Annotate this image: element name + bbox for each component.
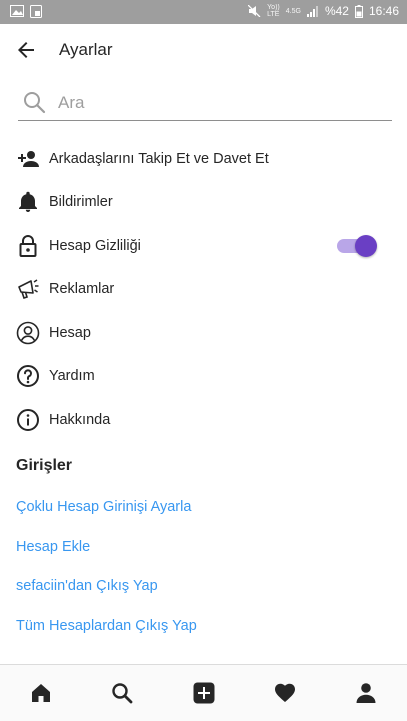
search-input[interactable] <box>58 90 378 116</box>
nav-home-button[interactable] <box>0 665 81 721</box>
home-icon <box>31 684 50 702</box>
logout-link[interactable]: sefaciin'dan Çıkış Yap <box>16 567 197 607</box>
menu-item-label: Arkadaşlarını Takip Et ve Davet Et <box>49 150 269 167</box>
settings-menu: Arkadaşlarını Takip Et ve Davet Et Bildi… <box>0 137 407 442</box>
menu-item-label: Hesap Gizliliği <box>49 237 141 254</box>
menu-item-ads[interactable]: Reklamlar <box>0 268 407 312</box>
multi-account-login-link[interactable]: Çoklu Hesap Girinişi Ayarla <box>16 488 197 528</box>
bell-icon <box>19 192 37 213</box>
profile-icon <box>356 683 376 703</box>
screenshot-icon <box>30 5 42 18</box>
nav-add-post-button[interactable] <box>163 665 244 721</box>
nav-search-button[interactable] <box>81 665 162 721</box>
heart-icon <box>274 683 295 702</box>
megaphone-icon <box>18 279 39 300</box>
menu-item-about[interactable]: Hakkında <box>0 398 407 442</box>
network-bottom: LTE <box>267 11 280 18</box>
menu-item-label: Bildirimler <box>49 194 113 211</box>
menu-item-label: Hesap <box>49 324 91 341</box>
page-title: Ayarlar <box>59 40 113 59</box>
signal-icon <box>306 5 318 17</box>
menu-item-notifications[interactable]: Bildirimler <box>0 181 407 225</box>
search-bar <box>18 85 392 121</box>
info-icon <box>17 408 39 431</box>
gallery-icon <box>10 5 24 17</box>
help-icon <box>17 365 39 388</box>
menu-item-follow-invite[interactable]: Arkadaşlarını Takip Et ve Davet Et <box>0 137 407 181</box>
search-icon <box>24 92 46 114</box>
clock: 16:46 <box>368 4 399 18</box>
network-top: Yo)) <box>267 4 280 11</box>
menu-item-label: Hakkında <box>49 411 111 428</box>
add-post-icon <box>193 682 215 704</box>
header: Ayarlar <box>0 24 407 76</box>
search-icon <box>112 683 133 704</box>
battery-icon <box>354 4 363 18</box>
battery-percent: %42 <box>324 4 349 18</box>
signal-type: 4.5G <box>285 7 301 15</box>
menu-item-privacy[interactable]: Hesap Gizliliği <box>0 224 407 268</box>
nav-profile-button[interactable] <box>326 665 407 721</box>
bottom-nav <box>0 664 407 721</box>
menu-item-account[interactable]: Hesap <box>0 311 407 355</box>
network-label: Yo)) LTE <box>267 4 280 18</box>
menu-item-label: Reklamlar <box>49 281 115 298</box>
status-bar: Yo)) LTE 4.5G %42 16:46 <box>0 0 407 24</box>
menu-item-label: Yardım <box>49 368 95 385</box>
add-person-icon <box>18 150 39 167</box>
toggle-knob <box>355 234 377 257</box>
mute-icon <box>248 5 261 17</box>
logout-all-link[interactable]: Tüm Hesaplardan Çıkış Yap <box>16 607 197 647</box>
status-right: Yo)) LTE 4.5G %42 16:46 <box>248 4 399 18</box>
logins-section-title: Girişler <box>16 457 73 474</box>
menu-item-help[interactable]: Yardım <box>0 355 407 399</box>
add-account-link[interactable]: Hesap Ekle <box>16 528 197 568</box>
lock-icon <box>19 234 37 257</box>
status-left <box>10 5 42 18</box>
back-arrow-icon[interactable] <box>14 38 38 62</box>
logins-links: Çoklu Hesap Girinişi Ayarla Hesap Ekle s… <box>16 488 197 647</box>
nav-activity-button[interactable] <box>244 665 325 721</box>
account-circle-icon <box>16 321 40 345</box>
privacy-toggle[interactable] <box>337 234 377 257</box>
